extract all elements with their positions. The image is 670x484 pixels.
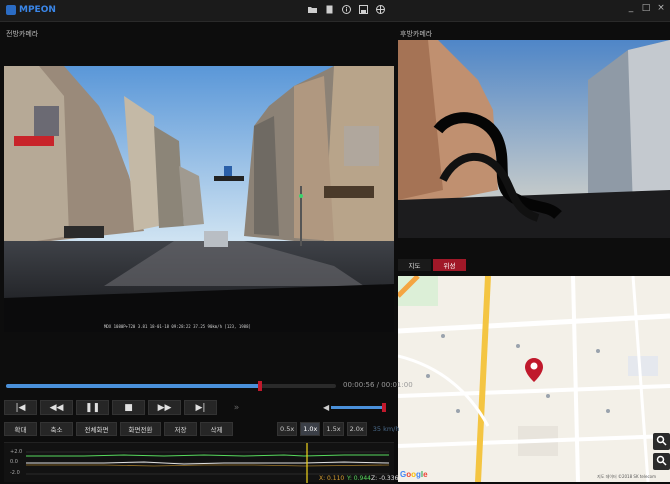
gsensor-x-readout: X: 0.110 <box>319 475 345 482</box>
window-controls: _ □ × <box>626 3 666 13</box>
graph-line-y <box>26 454 389 457</box>
zoom-out-icon <box>656 455 667 469</box>
playback-progress-bar[interactable] <box>6 381 336 391</box>
tab-satellite[interactable]: 위성 <box>433 259 466 271</box>
progress-thumb[interactable] <box>258 381 263 391</box>
fast-forward-button[interactable]: ▶▶ <box>148 400 181 415</box>
skip-to-start-button[interactable]: |◀ <box>4 400 37 415</box>
speed-selector: 0.5x 1.0x 1.5x 2.0x 35 km/h <box>277 422 403 436</box>
maximize-button[interactable]: □ <box>641 3 651 13</box>
switch-screen-button[interactable]: 화면전환 <box>120 422 161 436</box>
save-icon[interactable] <box>358 4 369 15</box>
function-buttons: 확대 축소 전체화면 화면전환 저장 삭제 <box>4 422 233 436</box>
info-icon[interactable] <box>341 4 352 15</box>
stop-button[interactable]: ■ <box>112 400 145 415</box>
toolbar-icons <box>307 4 386 15</box>
speed-1-0x-button[interactable]: 1.0x <box>300 422 321 436</box>
fullscreen-button[interactable]: 전체화면 <box>76 422 117 436</box>
minimize-button[interactable]: _ <box>626 3 636 13</box>
app-logo: MPEON <box>6 5 56 15</box>
map-tabs: 지도 위성 <box>398 259 466 271</box>
document-icon[interactable] <box>324 4 335 15</box>
map-copyright: 지도 데이터 ©2018 SK telecom <box>597 474 656 479</box>
time-display: 00:00:56 / 00:01:00 <box>343 381 413 389</box>
volume-icon[interactable]: ◀ <box>323 403 329 412</box>
tab-map[interactable]: 지도 <box>398 259 431 271</box>
volume-thumb[interactable] <box>382 403 386 412</box>
delete-button[interactable]: 삭제 <box>200 422 233 436</box>
zoom-in-button[interactable] <box>653 433 670 450</box>
globe-icon[interactable] <box>375 4 386 15</box>
zoom-in-view-button[interactable]: 확대 <box>4 422 37 436</box>
speed-readout: 35 km/h <box>372 425 400 433</box>
front-camera-overlay-text: MDX 1080P+720 3.81 18-01-18 09:28:22 37.… <box>104 324 251 329</box>
zoom-out-button[interactable] <box>653 453 670 470</box>
close-button[interactable]: × <box>656 3 666 13</box>
folder-icon[interactable] <box>307 4 318 15</box>
rear-camera-label: 후방카메라 <box>400 30 433 38</box>
volume-slider[interactable] <box>331 403 386 412</box>
speed-1-5x-button[interactable]: 1.5x <box>323 422 344 436</box>
playback-controls: |◀ ◀◀ ❚❚ ■ ▶▶ ▶| » <box>4 400 253 415</box>
front-camera-video[interactable]: MDX 1080P+720 3.81 18-01-18 09:28:22 37.… <box>4 66 394 332</box>
map-view[interactable]: Google 지도 데이터 ©2018 SK telecom <box>398 276 670 482</box>
app-logo-icon <box>6 5 16 15</box>
title-bar: MPEON _ □ × <box>0 0 670 22</box>
app-title: MPEON <box>19 5 56 15</box>
rewind-button[interactable]: ◀◀ <box>40 400 73 415</box>
speed-0-5x-button[interactable]: 0.5x <box>277 422 298 436</box>
progress-fill <box>6 384 261 388</box>
front-camera-label: 전방카메라 <box>6 30 39 38</box>
zoom-in-icon <box>656 435 667 449</box>
gsensor-y-readout: Y: 0.944 <box>347 475 371 482</box>
google-logo: Google <box>400 470 428 479</box>
skip-to-end-button[interactable]: ▶| <box>184 400 217 415</box>
more-button[interactable]: » <box>220 400 253 415</box>
save-button[interactable]: 저장 <box>164 422 197 436</box>
rear-camera-video[interactable] <box>398 40 670 238</box>
gsensor-z-readout: Z: -0.336 <box>371 475 399 482</box>
zoom-out-view-button[interactable]: 축소 <box>40 422 73 436</box>
pause-button[interactable]: ❚❚ <box>76 400 109 415</box>
graph-line-x <box>26 464 390 467</box>
speed-2-0x-button[interactable]: 2.0x <box>346 422 367 436</box>
